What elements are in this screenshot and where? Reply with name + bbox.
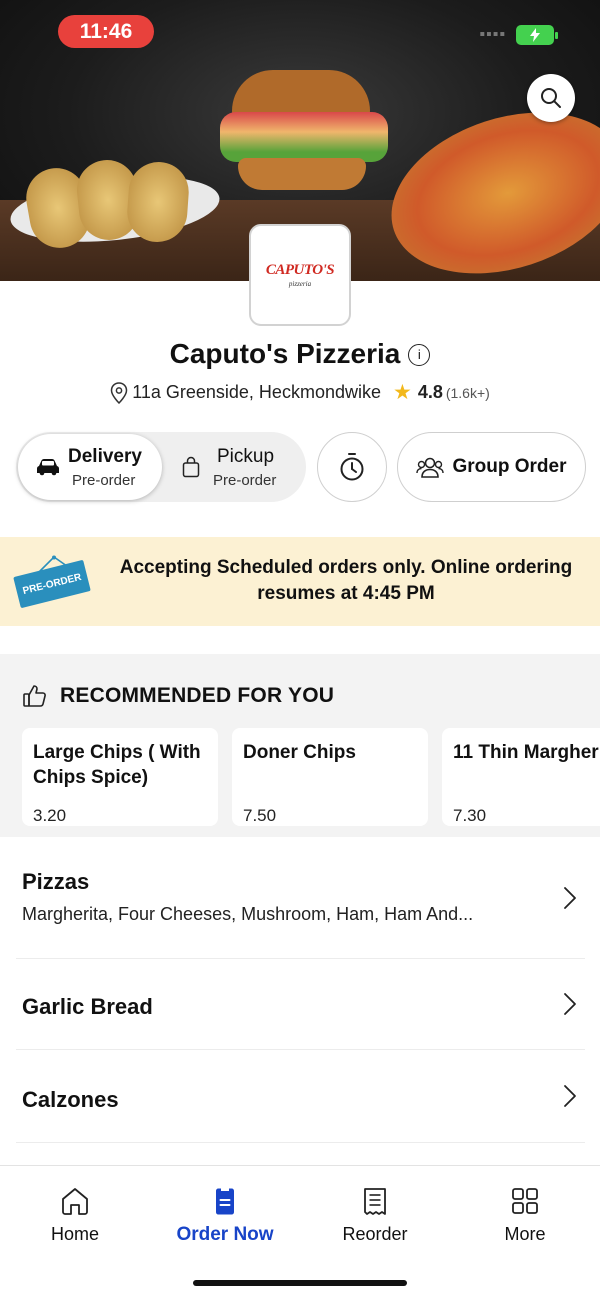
hero-burger-base — [238, 158, 366, 190]
logo-subtext: pizzeria — [288, 280, 312, 288]
home-icon — [62, 1188, 88, 1215]
chevron-right-icon — [564, 993, 576, 1015]
restaurant-address: 11a Greenside, Heckmondwike — [132, 382, 381, 402]
pickup-option[interactable]: Pickup Pre-order — [166, 434, 304, 500]
nav-order-now[interactable]: Order Now — [165, 1186, 285, 1246]
category-row-pizzas[interactable]: Pizzas Margherita, Four Cheeses, Mushroo… — [16, 838, 585, 959]
shopping-bag-icon — [182, 456, 200, 478]
address-row: 11a Greenside, Heckmondwike ★ 4.8 (1.6k+… — [0, 380, 600, 405]
status-indicators: ▪▪▪▪ — [479, 25, 558, 45]
star-icon: ★ — [392, 381, 412, 404]
restaurant-logo: CAPUTO'S pizzeria — [249, 224, 351, 326]
pickup-sublabel: Pre-order — [213, 472, 277, 489]
recommended-item-name: 11 Thin Margherita — [453, 742, 600, 763]
info-icon[interactable]: i — [408, 344, 431, 366]
category-name: Pizzas — [22, 869, 90, 894]
category-name: Garlic Bread — [22, 994, 153, 1019]
recommended-item-price: 3.20 — [33, 806, 67, 825]
nav-more-label: More — [504, 1224, 546, 1244]
banner-message: Accepting Scheduled orders only. Online … — [119, 557, 573, 604]
restaurant-name-row: Caputo's Pizzeria i — [0, 338, 600, 370]
recommended-item-name: Large Chips ( With Chips Spice) — [33, 742, 201, 788]
location-pin-icon — [110, 381, 128, 404]
recommended-item-name: Doner Chips — [243, 742, 356, 763]
recommended-title: RECOMMENDED FOR YOU — [60, 684, 335, 707]
scheduled-orders-banner: PRE-ORDER Accepting Scheduled orders onl… — [0, 537, 600, 626]
restaurant-name: Caputo's Pizzeria — [169, 338, 401, 369]
rating-value: 4.8 — [417, 382, 443, 402]
car-icon — [37, 459, 59, 476]
category-row-garlic-bread[interactable]: Garlic Bread — [16, 959, 585, 1050]
category-description: Margherita, Four Cheeses, Mushroom, Ham,… — [22, 904, 474, 924]
battery-charging-icon — [516, 25, 558, 45]
nav-more[interactable]: More — [465, 1186, 585, 1245]
chevron-right-icon — [564, 887, 576, 909]
logo-wordmark: CAPUTO'S — [265, 262, 335, 278]
bottom-navigation: Home Order Now Reorder More — [0, 1165, 600, 1298]
status-time: 11:46 — [58, 15, 154, 48]
recommended-item-card[interactable]: 11 Thin Margherita 7.30 — [442, 728, 600, 826]
recommended-section: RECOMMENDED FOR YOU Large Chips ( With C… — [0, 654, 600, 837]
nav-home-label: Home — [50, 1224, 99, 1244]
group-order-label: Group Order — [452, 456, 567, 477]
hero-burger-bun — [232, 70, 370, 118]
schedule-button[interactable] — [317, 432, 387, 502]
order-icon — [216, 1188, 234, 1215]
search-button[interactable] — [527, 74, 575, 122]
category-row-calzones[interactable]: Calzones — [16, 1050, 585, 1143]
delivery-label: Delivery — [68, 446, 142, 467]
search-icon — [541, 88, 561, 108]
recommended-item-price: 7.50 — [243, 806, 277, 825]
nav-order-now-label: Order Now — [176, 1224, 274, 1245]
nav-reorder[interactable]: Reorder — [315, 1186, 435, 1245]
chevron-right-icon — [564, 1085, 576, 1107]
nav-home[interactable]: Home — [15, 1186, 135, 1245]
category-name: Calzones — [22, 1087, 119, 1112]
nav-reorder-label: Reorder — [342, 1224, 408, 1244]
recommended-item-card[interactable]: Doner Chips 7.50 — [232, 728, 428, 826]
grid-icon — [512, 1188, 538, 1214]
order-mode-toggle: Delivery Pre-order Pickup Pre-order — [16, 432, 306, 502]
delivery-sublabel: Pre-order — [72, 472, 136, 489]
group-order-button[interactable]: Group Order — [397, 432, 586, 502]
preorder-tag: PRE-ORDER — [13, 559, 91, 609]
recommended-item-price: 7.30 — [453, 806, 487, 825]
delivery-option[interactable]: Delivery Pre-order — [18, 434, 162, 500]
hero-burger-filling — [220, 112, 388, 162]
timer-icon — [340, 453, 364, 481]
pickup-label: Pickup — [217, 446, 275, 467]
home-indicator — [193, 1280, 407, 1286]
group-icon — [416, 457, 445, 478]
rating-count: (1.6k+) — [445, 384, 490, 401]
recommended-item-card[interactable]: Large Chips ( With Chips Spice) 3.20 — [22, 728, 218, 826]
receipt-icon — [364, 1188, 386, 1215]
thumbs-up-icon — [23, 685, 46, 707]
recommended-header: RECOMMENDED FOR YOU — [22, 683, 334, 709]
signal-icon: ▪▪▪▪ — [479, 26, 506, 43]
